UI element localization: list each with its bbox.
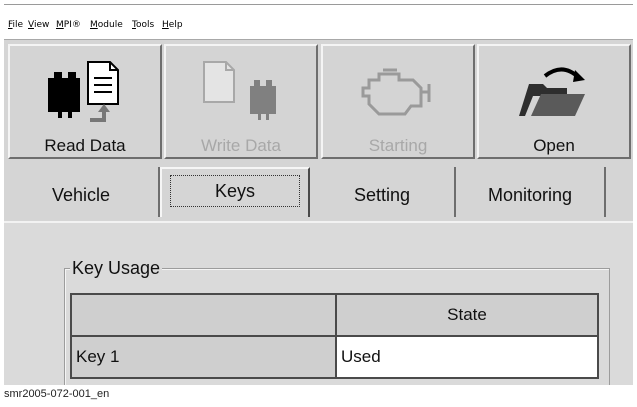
tab-vehicle[interactable]: Vehicle: [4, 167, 160, 217]
tab-vehicle-label: Vehicle: [51, 185, 111, 205]
write-data-label: Write Data: [201, 136, 281, 155]
tab-keys-label: Keys: [169, 175, 301, 207]
figure-caption: smr2005-072-001_en: [4, 388, 110, 400]
keys-panel: Key Usage State Key 1 Used: [4, 221, 633, 385]
read-data-icon: [48, 61, 119, 122]
starting-label: Starting: [368, 136, 428, 155]
open-folder-icon: [519, 67, 585, 116]
open-button[interactable]: Open: [477, 44, 631, 159]
read-data-button[interactable]: Read Data: [8, 44, 162, 159]
table-row[interactable]: Key 1 Used: [70, 335, 599, 379]
menu-view[interactable]: View: [28, 20, 49, 30]
tab-monitoring-label: Monitoring: [487, 185, 573, 205]
tab-setting[interactable]: Setting: [310, 167, 456, 217]
tab-monitoring[interactable]: Monitoring: [456, 167, 606, 217]
menu-file[interactable]: File: [8, 20, 23, 30]
menu-bar: File View MPI® Module Tools Help: [4, 5, 633, 40]
menu-tools[interactable]: Tools: [132, 20, 154, 30]
key-usage-table: State Key 1 Used: [70, 293, 599, 379]
write-data-icon: [203, 61, 276, 120]
read-data-label: Read Data: [44, 136, 126, 155]
key-state-cell: Used: [335, 335, 599, 379]
toolbar: Read Data Write Data Starting Open: [4, 40, 633, 165]
header-state-cell: State: [335, 293, 599, 337]
table-header-row: State: [70, 293, 599, 337]
menu-mpi[interactable]: MPI®: [56, 20, 81, 30]
menu-module[interactable]: Module: [90, 20, 123, 30]
key-name-cell: Key 1: [70, 335, 337, 379]
write-data-button[interactable]: Write Data: [164, 44, 318, 159]
header-key-cell: [70, 293, 337, 337]
key-usage-title: Key Usage: [70, 258, 163, 279]
engine-icon: [361, 68, 431, 116]
tab-bar: Vehicle Keys Setting Monitoring: [4, 167, 633, 221]
application-window: File View MPI® Module Tools Help Read Da…: [4, 4, 633, 385]
tab-keys[interactable]: Keys: [160, 167, 310, 217]
open-label: Open: [533, 136, 575, 155]
starting-button[interactable]: Starting: [321, 44, 475, 159]
tab-setting-label: Setting: [353, 185, 411, 205]
menu-help[interactable]: Help: [162, 20, 183, 30]
